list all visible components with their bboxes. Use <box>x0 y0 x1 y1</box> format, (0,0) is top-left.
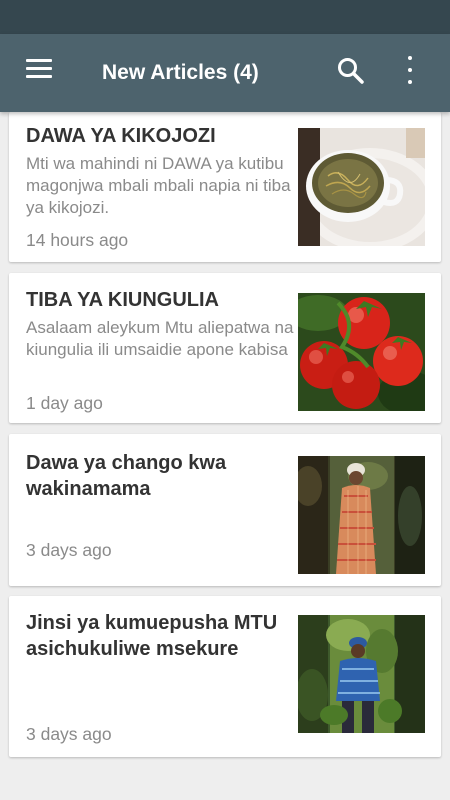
hamburger-menu-icon[interactable] <box>22 56 56 86</box>
page-title: New Articles (4) <box>102 61 259 84</box>
article-title: TIBA YA KIUNGULIA <box>26 289 219 311</box>
more-vert-icon[interactable] <box>396 52 424 88</box>
status-bar <box>0 0 450 34</box>
article-card[interactable]: TIBA YA KIUNGULIA Asalaam aleykum Mtu al… <box>9 273 441 423</box>
article-time: 3 days ago <box>26 724 112 744</box>
article-title: Dawa ya chango kwa wakinamama <box>26 452 227 500</box>
article-summary: Asalaam aleykum Mtu aliepatwa na kiungul… <box>26 318 294 359</box>
search-icon[interactable] <box>334 54 368 88</box>
herbal-tea-cup-image <box>298 128 425 246</box>
tomatoes-image <box>298 293 425 411</box>
man-in-forest-image <box>298 615 425 733</box>
article-title: Jinsi ya kumuepusha MTU asichukuliwe mse… <box>26 612 278 660</box>
article-card[interactable]: Dawa ya chango kwa wakinamama 3 days ago <box>9 434 441 586</box>
article-time: 1 day ago <box>26 393 103 413</box>
article-title: DAWA YA KIKOJOZI <box>26 125 216 147</box>
article-time: 3 days ago <box>26 540 112 560</box>
article-card[interactable]: DAWA YA KIKOJOZI Mti wa mahindi ni DAWA … <box>9 112 441 262</box>
woman-in-forest-image <box>298 456 425 574</box>
app-bar: New Articles (4) <box>0 34 450 112</box>
article-summary: Mti wa mahindi ni DAWA ya kutibu magonjw… <box>26 154 291 217</box>
article-time: 14 hours ago <box>26 230 129 250</box>
article-card[interactable]: Jinsi ya kumuepusha MTU asichukuliwe mse… <box>9 596 441 757</box>
